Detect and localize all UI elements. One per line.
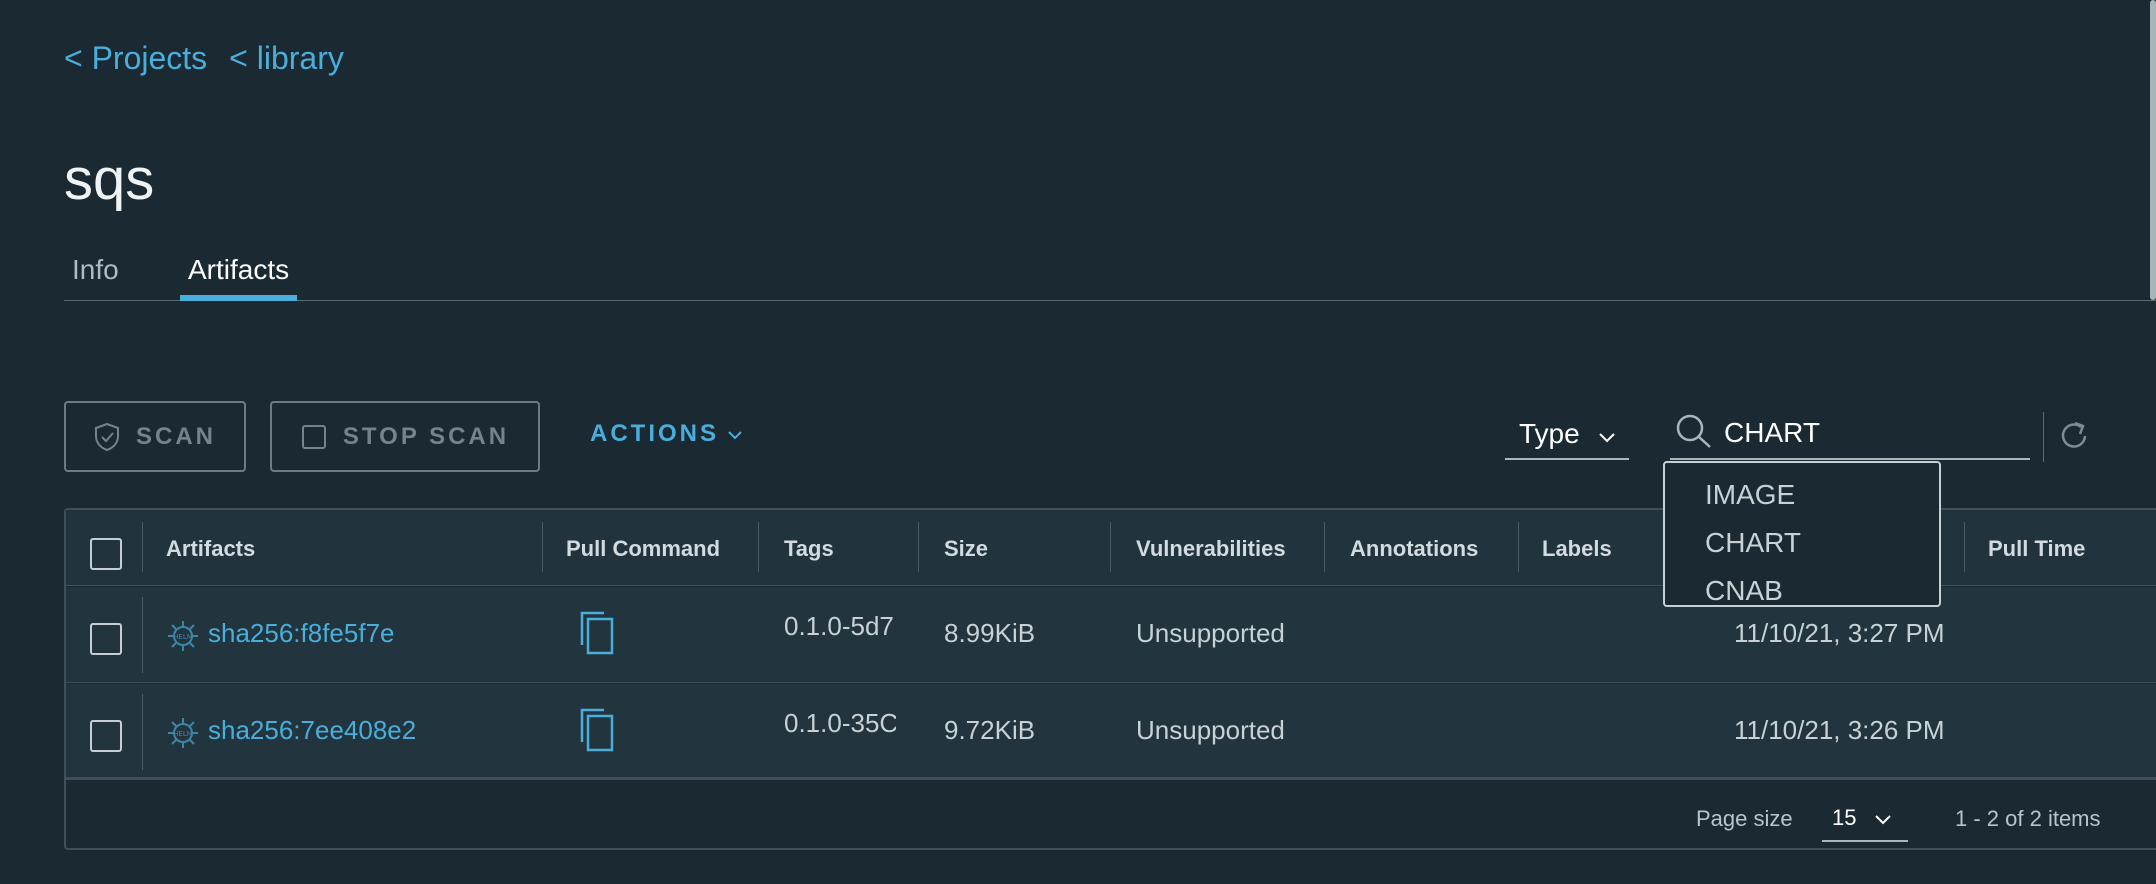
tab-artifacts[interactable]: Artifacts bbox=[180, 254, 298, 301]
table-row: HELM sha256:7ee408e2 0.1.0-35C 9.72KiB U… bbox=[66, 684, 2156, 780]
chevron-down-icon bbox=[1598, 418, 1616, 450]
column-separator bbox=[758, 522, 759, 572]
pagination-summary: 1 - 2 of 2 items bbox=[1955, 806, 2101, 831]
stop-scan-button[interactable]: STOP SCAN bbox=[270, 401, 540, 472]
artifacts-page: < Projects < library sqs Info Artifacts … bbox=[0, 0, 2156, 884]
row-checkbox[interactable] bbox=[90, 720, 122, 752]
chevron-down-icon bbox=[727, 420, 743, 448]
helm-chart-icon: HELM bbox=[166, 619, 200, 658]
select-all-checkbox[interactable] bbox=[90, 538, 122, 570]
artifact-digest-link[interactable]: sha256:f8fe5f7e bbox=[208, 618, 395, 649]
column-separator bbox=[142, 522, 143, 572]
search-field bbox=[1670, 408, 2030, 460]
column-separator bbox=[542, 522, 543, 572]
actions-label: ACTIONS bbox=[590, 420, 719, 447]
type-filter-label: Type bbox=[1519, 418, 1580, 449]
dropdown-option-image[interactable]: IMAGE bbox=[1665, 471, 1939, 519]
table-footer: Page size 15 1 - 2 of 2 items bbox=[66, 784, 2156, 850]
column-header-pull-command[interactable]: Pull Command bbox=[566, 536, 720, 562]
artifact-vulnerabilities: Unsupported bbox=[1136, 618, 1285, 648]
artifact-tags: 0.1.0-5d7 bbox=[784, 611, 894, 641]
type-filter-select[interactable]: Type bbox=[1505, 410, 1629, 460]
stop-scan-button-label: STOP SCAN bbox=[342, 422, 510, 450]
tab-bar: Info Artifacts bbox=[64, 248, 2156, 301]
artifact-push-time: 11/10/21, 3:27 PM bbox=[1734, 618, 1945, 648]
scan-button-label: SCAN bbox=[135, 422, 216, 450]
dropdown-option-cnab[interactable]: CNAB bbox=[1665, 567, 1939, 615]
helm-chart-icon: HELM bbox=[166, 716, 200, 755]
copy-icon[interactable] bbox=[576, 609, 618, 662]
chevron-down-icon bbox=[1874, 805, 1892, 831]
artifact-size: 9.72KiB bbox=[944, 715, 1036, 745]
row-checkbox[interactable] bbox=[90, 623, 122, 655]
tab-info[interactable]: Info bbox=[64, 254, 127, 301]
column-separator bbox=[1110, 522, 1111, 572]
page-size-select[interactable]: 15 bbox=[1822, 796, 1908, 842]
refresh-icon[interactable] bbox=[2056, 418, 2092, 459]
row-separator bbox=[142, 597, 143, 673]
column-header-vulnerabilities[interactable]: Vulnerabilities bbox=[1136, 536, 1286, 562]
shield-icon bbox=[94, 422, 120, 452]
column-separator bbox=[1964, 522, 1965, 572]
page-size-label: Page size bbox=[1696, 806, 1793, 831]
type-dropdown-menu: IMAGE CHART CNAB bbox=[1663, 461, 1941, 607]
breadcrumb: < Projects < library bbox=[64, 40, 344, 77]
column-separator bbox=[1324, 522, 1325, 572]
column-header-artifacts[interactable]: Artifacts bbox=[166, 536, 255, 562]
artifact-vulnerabilities: Unsupported bbox=[1136, 715, 1285, 745]
artifact-tags: 0.1.0-35C bbox=[784, 708, 896, 738]
column-separator bbox=[918, 522, 919, 572]
column-header-pull-time[interactable]: Pull Time bbox=[1988, 536, 2085, 562]
page-scrollbar[interactable] bbox=[2150, 0, 2156, 300]
column-header-labels[interactable]: Labels bbox=[1542, 536, 1612, 562]
search-icon bbox=[1674, 413, 1714, 454]
breadcrumb-projects-link[interactable]: < Projects bbox=[64, 40, 207, 77]
column-separator bbox=[1518, 522, 1519, 572]
artifact-size: 8.99KiB bbox=[944, 618, 1036, 648]
column-header-tags[interactable]: Tags bbox=[784, 536, 834, 562]
toolbar-divider bbox=[2043, 412, 2044, 462]
stop-square-icon bbox=[301, 424, 327, 450]
artifact-push-time: 11/10/21, 3:26 PM bbox=[1734, 715, 1945, 745]
artifact-digest-link[interactable]: sha256:7ee408e2 bbox=[208, 715, 416, 746]
copy-icon[interactable] bbox=[576, 706, 618, 759]
dropdown-option-chart[interactable]: CHART bbox=[1665, 519, 1939, 567]
svg-text:HELM: HELM bbox=[173, 730, 193, 738]
row-separator bbox=[142, 694, 143, 770]
page-title: sqs bbox=[64, 147, 155, 212]
column-header-annotations[interactable]: Annotations bbox=[1350, 536, 1478, 562]
breadcrumb-library-link[interactable]: < library bbox=[229, 40, 344, 77]
search-input[interactable] bbox=[1724, 417, 2024, 449]
svg-text:HELM: HELM bbox=[173, 633, 193, 641]
scan-button[interactable]: SCAN bbox=[64, 401, 246, 472]
column-header-size[interactable]: Size bbox=[944, 536, 988, 562]
page-size-value: 15 bbox=[1832, 805, 1857, 830]
actions-menu-button[interactable]: ACTIONS bbox=[590, 420, 743, 448]
